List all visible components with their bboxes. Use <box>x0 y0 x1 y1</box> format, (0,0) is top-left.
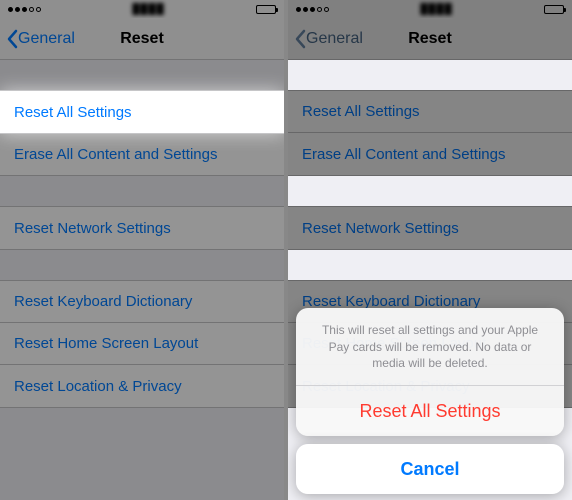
phone-left: ████ General Reset Reset All Settings Er… <box>0 0 284 500</box>
cell-erase-all-content: Erase All Content and Settings <box>288 133 572 175</box>
cell-label: Reset Keyboard Dictionary <box>302 293 480 310</box>
highlighted-cell-reset-all-settings[interactable]: Reset All Settings <box>0 90 284 134</box>
action-sheet: This will reset all settings and your Ap… <box>296 308 564 494</box>
nav-back-button: General <box>288 29 363 49</box>
signal-dots-icon <box>296 7 329 12</box>
phone-right: ████ General Reset Reset All Settings Er… <box>288 0 572 500</box>
cell-label: Reset All Settings <box>302 103 420 120</box>
status-bar: ████ <box>288 0 572 18</box>
nav-back-label: General <box>306 30 363 48</box>
action-label: Reset All Settings <box>359 401 500 422</box>
cell-reset-all-settings: Reset All Settings <box>288 91 572 133</box>
dim-overlay <box>0 0 284 500</box>
cell-label: Erase All Content and Settings <box>302 146 505 163</box>
highlight-label: Reset All Settings <box>14 104 132 121</box>
cell-reset-network: Reset Network Settings <box>288 207 572 249</box>
action-sheet-message: This will reset all settings and your Ap… <box>296 308 564 386</box>
chevron-left-icon <box>294 29 306 49</box>
cell-label: Reset Network Settings <box>302 220 459 237</box>
action-sheet-reset-button[interactable]: Reset All Settings <box>296 386 564 436</box>
nav-bar: General Reset <box>288 18 572 60</box>
battery-icon <box>544 5 564 14</box>
action-sheet-card: This will reset all settings and your Ap… <box>296 308 564 436</box>
cancel-label: Cancel <box>400 459 459 480</box>
action-sheet-cancel-button[interactable]: Cancel <box>296 444 564 494</box>
carrier-blurred: ████ <box>420 4 452 15</box>
